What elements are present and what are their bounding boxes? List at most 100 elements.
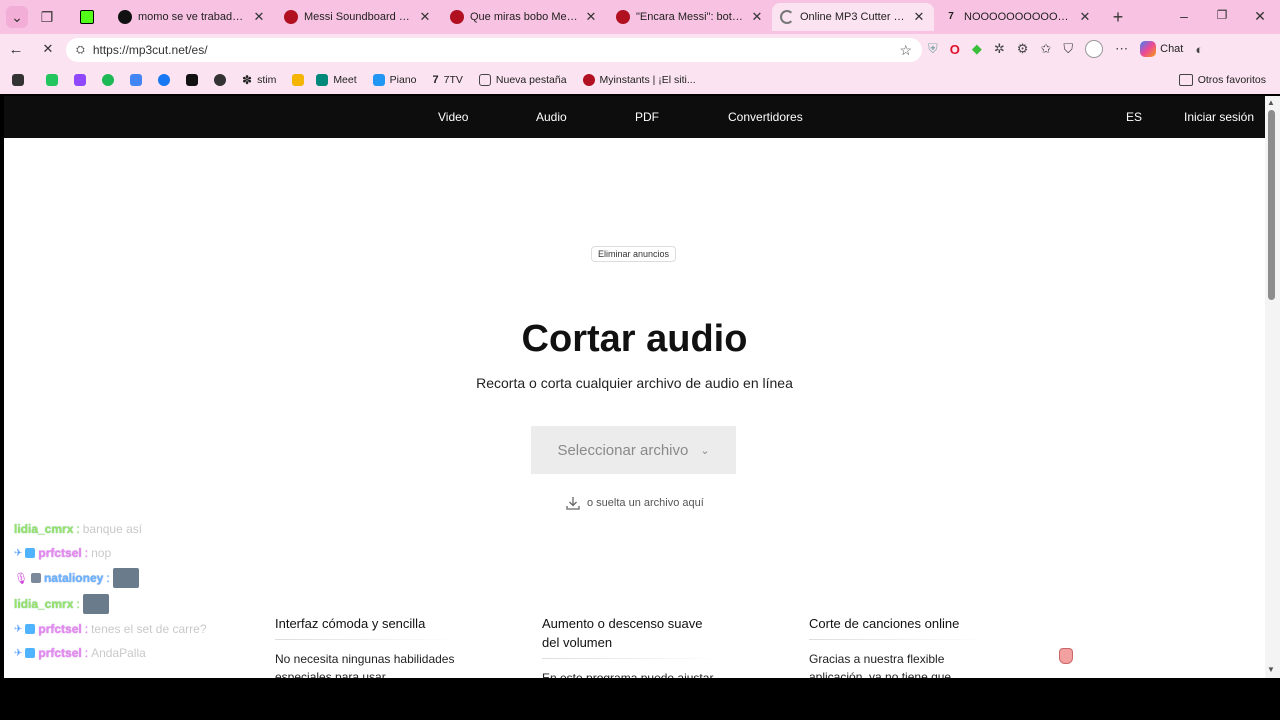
bookmark-item[interactable] [102,74,114,86]
new-tab-plus-icon[interactable]: + [1108,7,1128,27]
chat-username: lidia_cmrx [14,522,74,536]
select-file-label: Seleccionar archivo [557,441,689,459]
7tv-icon: 7 [432,74,439,86]
new-tab-page-icon [478,74,491,86]
close-icon[interactable]: ✕ [750,9,764,25]
nav-converters[interactable]: Convertidores [728,110,803,124]
scrollbar-thumb[interactable] [1268,110,1275,300]
close-icon[interactable]: ✕ [912,9,926,25]
subscriber-badge-icon [30,573,41,583]
close-icon[interactable]: ✕ [1078,9,1092,25]
translate-icon[interactable]: ⚙ [1017,41,1029,57]
url-text[interactable]: https://mp3cut.net/es/ [93,43,892,57]
chat-separator: : [84,546,89,560]
close-icon[interactable]: ✕ [584,9,598,25]
stop-loading-icon[interactable]: ✕ [39,41,57,57]
page-subtitle: Recorta o corta cualquier archivo de aud… [476,375,793,391]
bookmark-label: Meet [333,74,357,86]
scroll-down-arrow-icon[interactable]: ▼ [1267,665,1275,674]
bookmark-item[interactable] [46,74,58,86]
nav-audio[interactable]: Audio [536,110,567,124]
yellow-app-icon [292,74,305,86]
piano-icon [372,74,385,86]
remove-ads-button[interactable]: Eliminar anuncios [591,246,677,262]
nav-video[interactable]: Video [438,110,468,124]
close-window-icon[interactable]: ✕ [1250,8,1270,25]
bookmark-item[interactable] [12,74,24,86]
chat-message: lidia_cmrx: [14,594,109,614]
bookmark-item[interactable] [74,74,86,86]
bookmark-item[interactable] [158,74,170,86]
more-menu-icon[interactable]: ⋯ [1115,41,1128,57]
site-info-icon[interactable]: ⛭ [76,44,85,57]
login-link[interactable]: Iniciar sesión [1184,110,1254,124]
tab-mp3cut[interactable]: Online MP3 Cutter - Cut S ✕ [772,3,934,31]
feature-divider [275,639,455,640]
shield-icon[interactable]: ⛉ [1063,41,1073,57]
bookmark-star-icon[interactable]: ☆ [899,42,912,59]
back-arrow-icon[interactable]: ← [7,41,25,58]
tab-strip: ⌄ ❐ momo se ve trabado | TikT ✕ Messi So… [0,0,1280,34]
tab-messi-soundboard[interactable]: Messi Soundboard - Boton ✕ [276,3,440,31]
shield-extension-icon[interactable]: ⛨ [928,41,938,57]
bookmark-item[interactable] [292,74,305,86]
tab-list-button[interactable]: ⌄ [6,6,28,28]
bookmark-meet[interactable]: Meet [316,74,357,86]
copilot-icon [1140,41,1157,57]
close-icon[interactable]: ✕ [418,9,432,25]
opera-icon[interactable]: O [950,42,960,57]
tab-title: Que miras bobo Messi: bo [470,11,578,23]
bookmark-item[interactable] [214,74,226,86]
feature-divider [809,639,989,640]
chat-text: tenes el set de carre? [91,622,207,636]
tab-kick[interactable] [72,3,106,31]
select-file-button[interactable]: Seleccionar archivo ⌄ [531,426,736,474]
tab-tiktok[interactable]: momo se ve trabado | TikT ✕ [110,3,274,31]
language-selector[interactable]: ES [1126,110,1142,124]
tab-que-miras-bobo[interactable]: Que miras bobo Messi: bo ✕ [442,3,606,31]
stim-icon: ✽ [242,73,253,87]
other-bookmarks[interactable]: Otros favoritos [1178,74,1266,86]
tab-title: Messi Soundboard - Boton [304,11,412,23]
bookmark-piano[interactable]: Piano [372,74,417,86]
drop-hint-text: o suelta un archivo aquí [587,497,704,509]
scroll-up-arrow-icon[interactable]: ▲ [1267,98,1275,107]
myinstants-icon [284,10,298,24]
bookmark-stim[interactable]: ✽ stim [242,73,276,87]
myinstants-icon [582,74,595,86]
pin-badge-icon: ✈ [14,547,23,559]
tab-encara-messi[interactable]: "Encara Messi": botón de ✕ [608,3,772,31]
sidebar-toggle-icon[interactable]: ◐ [1195,42,1203,57]
bookmark-new-tab[interactable]: Nueva pestaña [478,74,567,86]
bookmark-myinstants[interactable]: Myinstants | ¡El siti... [582,74,696,86]
feature-title: Aumento o descenso suave del volumen [542,616,703,650]
workspaces-icon[interactable]: ❐ [38,8,56,26]
loading-spinner-icon [780,10,794,24]
chat-username: prfctsel [38,622,82,636]
bookmark-item[interactable] [186,74,198,86]
close-icon[interactable]: ✕ [252,9,266,25]
chat-message: ✈ prfctsel: tenes el set de carre? [14,622,207,636]
bookmark-item[interactable] [130,74,142,86]
extension-green-icon[interactable]: ◆ [972,41,982,57]
tab-7tv[interactable]: 7 NOOOOOOOOOOOOOOO ✕ [936,3,1100,31]
bookmark-label: Piano [389,74,417,86]
chat-separator: : [76,522,80,536]
address-bar[interactable]: ⛭ https://mp3cut.net/es/ ☆ [66,38,922,62]
minimize-window-icon[interactable]: – [1174,8,1194,24]
copilot-chat-button[interactable]: Chat [1140,41,1183,57]
drop-zone-hint[interactable]: o suelta un archivo aquí [565,495,704,511]
profile-avatar-icon[interactable] [1085,40,1104,58]
chat-text: AndaPalla [91,646,146,660]
chat-message: lidia_cmrx: banque así [14,522,142,536]
chat-separator: : [84,646,89,660]
chat-username: prfctsel [38,646,82,660]
7tv-icon: 7 [948,11,954,22]
bookmark-7tv[interactable]: 7 7TV [433,74,463,86]
feature-text: En este programa puede ajustar [542,671,714,678]
nav-pdf[interactable]: PDF [635,110,659,124]
kick-icon [80,10,94,24]
puzzle-extension-icon[interactable]: ✲ [994,41,1005,57]
favorites-star-icon[interactable]: ✩ [1040,41,1051,57]
restore-window-icon[interactable]: ❐ [1212,8,1232,22]
